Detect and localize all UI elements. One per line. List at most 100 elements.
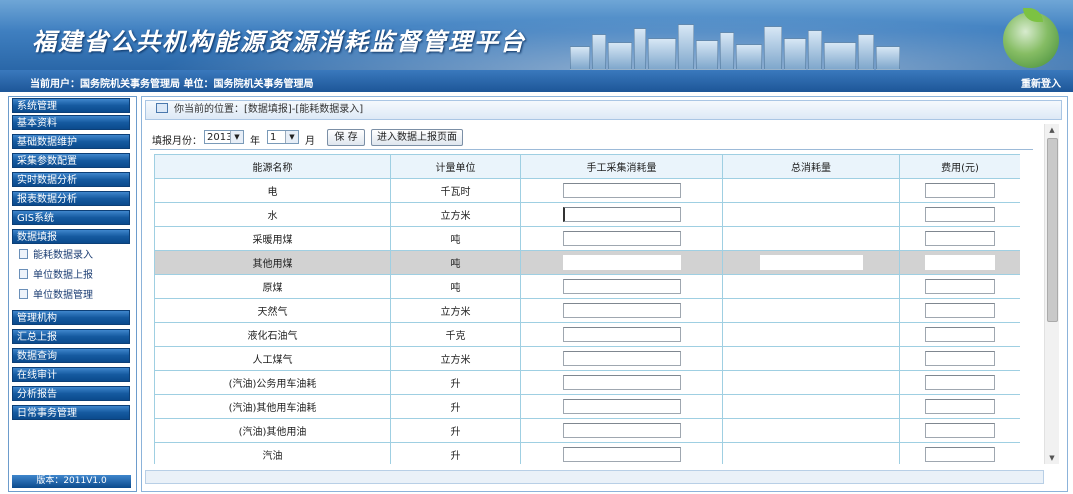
energy-name: 水 — [154, 202, 391, 227]
main-panel: 你当前的位置：[数据填报]-[能耗数据录入] 填报月份： 2013 ▼ 年 1 … — [141, 96, 1068, 492]
cost-input[interactable] — [925, 279, 995, 294]
menu-system-management[interactable]: 系统管理 — [12, 98, 130, 113]
year-label: 年 — [250, 136, 260, 147]
menu-data-fill[interactable]: 数据填报 — [12, 229, 130, 244]
table-row: (汽油)其他用油 升 — [154, 418, 1020, 443]
manual-consumption-input[interactable] — [562, 423, 681, 438]
manual-consumption-input[interactable] — [562, 447, 681, 462]
city-skyline-image — [560, 20, 980, 70]
month-label: 填报月份： — [152, 136, 202, 147]
breadcrumb-text: 你当前的位置：[数据填报]-[能耗数据录入] — [174, 104, 364, 115]
divider — [150, 149, 1033, 150]
menu-collection-params[interactable]: 采集参数配置 — [12, 153, 130, 168]
table-row: 电 千瓦时 — [154, 178, 1020, 203]
sidebar: 系统管理 基本资料 基础数据维护 采集参数配置 实时数据分析 报表数据分析 GI… — [8, 96, 137, 492]
table-header-row: 能源名称 计量单位 手工采集消耗量 总消耗量 费用(元) — [154, 154, 1020, 179]
cost-input[interactable] — [925, 423, 995, 438]
table-row: 汽油 升 — [154, 442, 1020, 464]
current-user-info: 当前用户：国务院机关事务管理局 单位：国务院机关事务管理局 — [30, 79, 314, 90]
sub-energy-data-entry[interactable]: 能耗数据录入 — [19, 249, 93, 263]
scroll-down-icon[interactable]: ▼ — [1045, 452, 1059, 464]
energy-name: (汽油)其他用车油耗 — [154, 394, 391, 419]
menu-basic-info[interactable]: 基本资料 — [12, 115, 130, 130]
cost-input[interactable] — [925, 327, 995, 342]
manual-consumption-input[interactable] — [562, 303, 681, 318]
energy-name: 原煤 — [154, 274, 391, 299]
menu-summary-report[interactable]: 汇总上报 — [12, 329, 130, 344]
table-row-highlighted: 其他用煤 吨 — [154, 250, 1020, 275]
cost-input[interactable] — [925, 183, 995, 198]
table-row: 天然气 立方米 — [154, 298, 1020, 323]
month-value: 1 — [270, 132, 277, 143]
table-row: (汽油)其他用车油耗 升 — [154, 394, 1020, 419]
sub-item-label: 单位数据上报 — [33, 270, 93, 281]
manual-consumption-input[interactable] — [562, 183, 681, 198]
manual-consumption-input[interactable] — [562, 375, 681, 390]
cost-input[interactable] — [925, 375, 995, 390]
energy-unit: 立方米 — [390, 298, 521, 323]
page-icon — [156, 103, 168, 113]
menu-basic-data-maintenance[interactable]: 基础数据维护 — [12, 134, 130, 149]
energy-unit: 立方米 — [390, 202, 521, 227]
scroll-up-icon[interactable]: ▲ — [1045, 124, 1059, 136]
manual-consumption-input[interactable] — [562, 255, 681, 270]
year-select[interactable]: 2013 ▼ — [204, 130, 244, 144]
manual-consumption-input[interactable] — [562, 327, 681, 342]
manual-consumption-input[interactable] — [562, 279, 681, 294]
menu-analysis-report[interactable]: 分析报告 — [12, 386, 130, 401]
user-bar: 当前用户：国务院机关事务管理局 单位：国务院机关事务管理局 重新登入 — [0, 70, 1073, 92]
menu-online-audit[interactable]: 在线审计 — [12, 367, 130, 382]
total-consumption-input[interactable] — [759, 255, 863, 270]
energy-table: 能源名称 计量单位 手工采集消耗量 总消耗量 费用(元) 电 千瓦时 水 立方米… — [154, 154, 1020, 464]
energy-name: 采暖用煤 — [154, 226, 391, 251]
chevron-down-icon: ▼ — [285, 131, 298, 143]
table-row: 人工煤气 立方米 — [154, 346, 1020, 371]
sub-item-label: 能耗数据录入 — [33, 250, 93, 261]
document-icon — [19, 249, 28, 259]
month-select[interactable]: 1 ▼ — [267, 130, 299, 144]
menu-daily-affairs[interactable]: 日常事务管理 — [12, 405, 130, 420]
cost-input[interactable] — [925, 207, 995, 222]
menu-gis[interactable]: GIS系统 — [12, 210, 130, 225]
manual-consumption-input[interactable] — [562, 207, 681, 222]
enter-upload-page-button[interactable]: 进入数据上报页面 — [371, 129, 463, 146]
energy-name: 汽油 — [154, 442, 391, 464]
cost-input[interactable] — [925, 399, 995, 414]
column-header: 费用(元) — [899, 154, 1020, 179]
scrollbar-thumb[interactable] — [1047, 138, 1058, 322]
document-icon — [19, 269, 28, 279]
relogin-link[interactable]: 重新登入 — [1021, 75, 1061, 90]
energy-unit: 升 — [390, 394, 521, 419]
sub-unit-data-management[interactable]: 单位数据管理 — [19, 289, 93, 303]
table-row: 原煤 吨 — [154, 274, 1020, 299]
cost-input[interactable] — [925, 303, 995, 318]
energy-name: 其他用煤 — [154, 250, 391, 275]
save-button[interactable]: 保 存 — [327, 129, 365, 146]
sub-unit-data-report[interactable]: 单位数据上报 — [19, 269, 93, 283]
chevron-down-icon: ▼ — [230, 131, 243, 143]
menu-report-analysis[interactable]: 报表数据分析 — [12, 191, 130, 206]
menu-data-query[interactable]: 数据查询 — [12, 348, 130, 363]
energy-table-container: 能源名称 计量单位 手工采集消耗量 总消耗量 费用(元) 电 千瓦时 水 立方米… — [154, 154, 1020, 464]
cost-input[interactable] — [925, 351, 995, 366]
sub-item-label: 单位数据管理 — [33, 290, 93, 301]
energy-unit: 千瓦时 — [390, 178, 521, 203]
table-row: 采暖用煤 吨 — [154, 226, 1020, 251]
cost-input[interactable] — [925, 255, 995, 270]
cost-input[interactable] — [925, 447, 995, 462]
manual-consumption-input[interactable] — [562, 231, 681, 246]
column-header: 总消耗量 — [722, 154, 900, 179]
menu-realtime-analysis[interactable]: 实时数据分析 — [12, 172, 130, 187]
table-row: 水 立方米 — [154, 202, 1020, 227]
energy-name: 天然气 — [154, 298, 391, 323]
version-label: 版本：2011V1.0 — [12, 475, 131, 488]
cost-input[interactable] — [925, 231, 995, 246]
vertical-scrollbar[interactable]: ▲ ▼ — [1044, 124, 1059, 464]
breadcrumb: 你当前的位置：[数据填报]-[能耗数据录入] — [145, 100, 1062, 120]
energy-unit: 立方米 — [390, 346, 521, 371]
menu-management-org[interactable]: 管理机构 — [12, 310, 130, 325]
manual-consumption-input[interactable] — [562, 351, 681, 366]
energy-name: 电 — [154, 178, 391, 203]
energy-unit: 升 — [390, 370, 521, 395]
manual-consumption-input[interactable] — [562, 399, 681, 414]
